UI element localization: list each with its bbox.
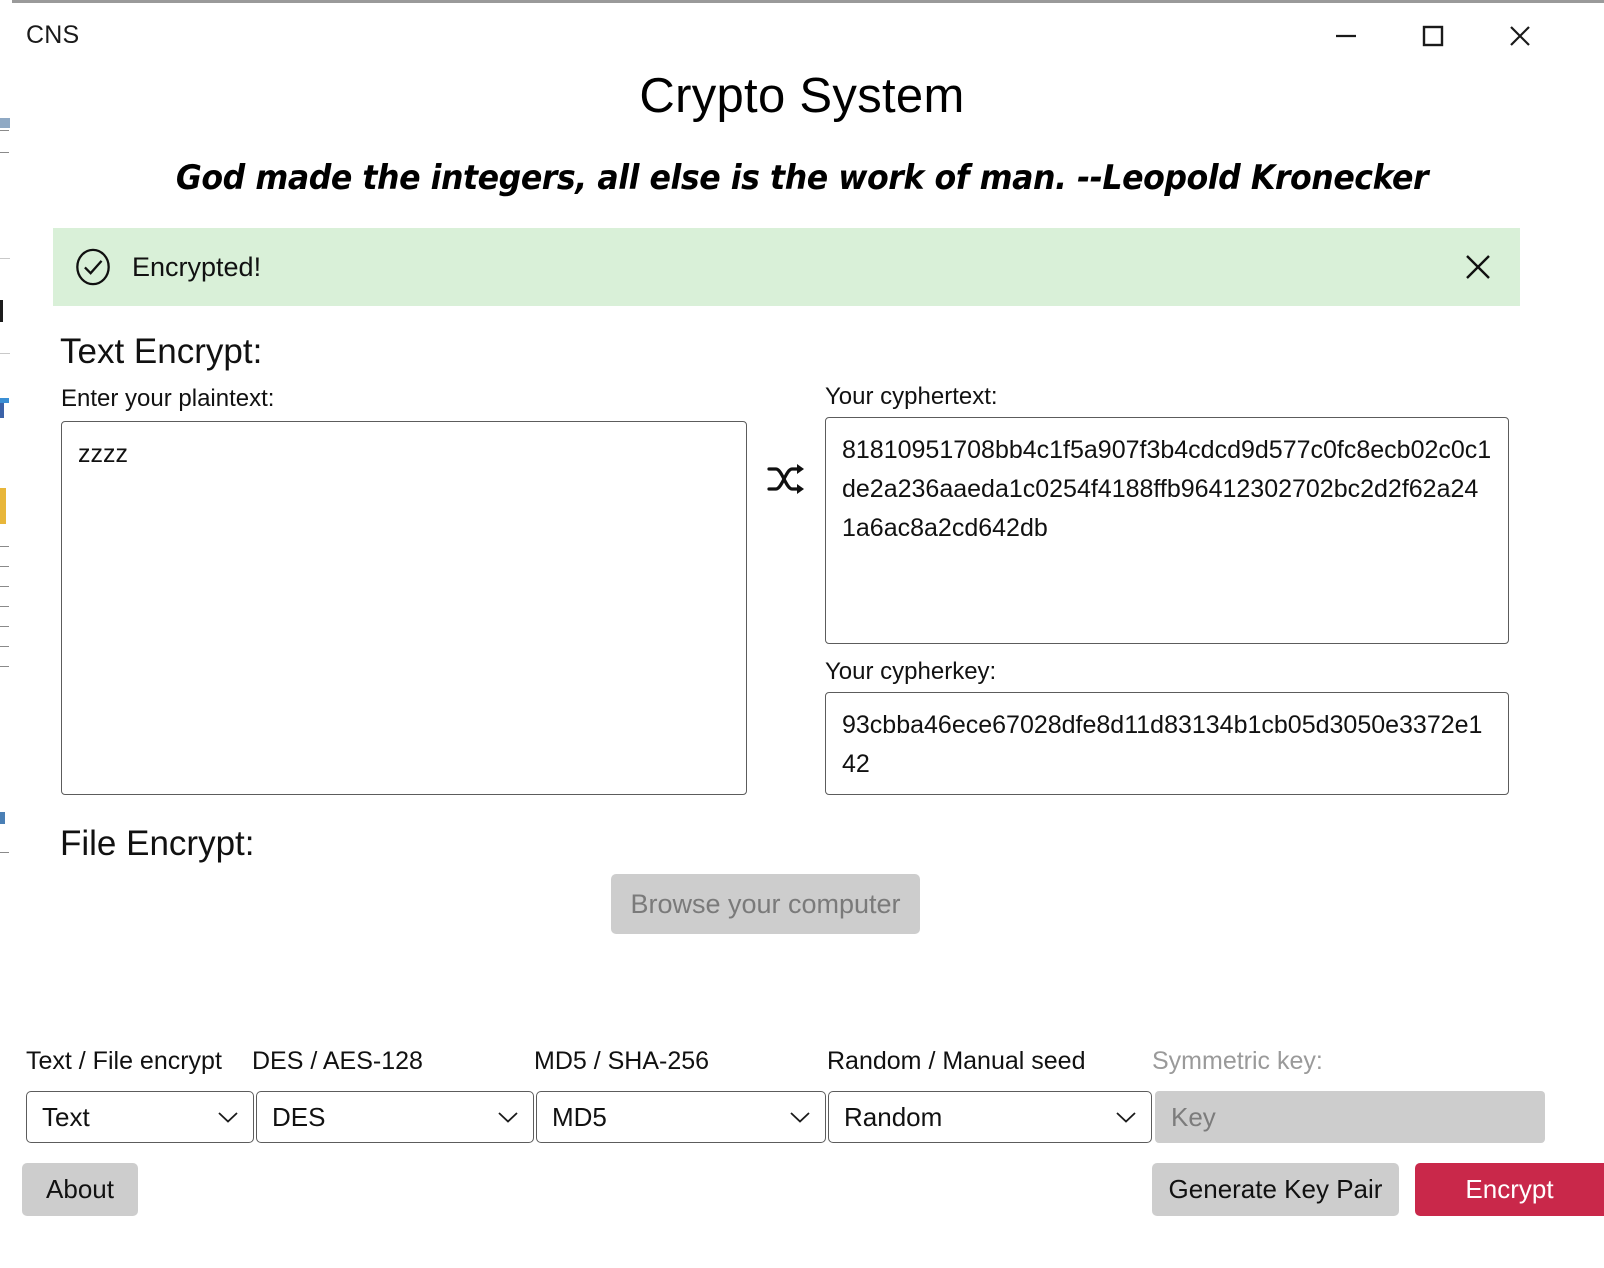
generate-key-pair-button[interactable]: Generate Key Pair bbox=[1152, 1163, 1399, 1216]
close-icon bbox=[1510, 26, 1530, 46]
cipher-select-value: DES bbox=[272, 1101, 326, 1132]
encrypt-button[interactable]: Encrypt bbox=[1415, 1163, 1604, 1216]
seed-select-value: Random bbox=[844, 1101, 943, 1132]
title-bar: CNS bbox=[12, 0, 1604, 66]
mode-select-label: Text / File encrypt bbox=[26, 1047, 222, 1075]
cypherkey-label: Your cypherkey: bbox=[825, 658, 997, 685]
close-window-button[interactable] bbox=[1486, 7, 1554, 65]
dismiss-banner-button[interactable] bbox=[1460, 249, 1496, 285]
cipher-select[interactable]: DES bbox=[256, 1091, 534, 1143]
maximize-button[interactable] bbox=[1399, 7, 1467, 65]
status-banner-message: Encrypted! bbox=[132, 251, 262, 282]
symmetric-key-input[interactable]: Key bbox=[1155, 1091, 1545, 1143]
background-window-edge bbox=[0, 0, 12, 1268]
hash-select[interactable]: MD5 bbox=[536, 1091, 826, 1143]
file-encrypt-heading: File Encrypt: bbox=[60, 824, 255, 863]
minimize-icon bbox=[1336, 34, 1356, 38]
mode-select-value: Text bbox=[42, 1101, 90, 1132]
chevron-down-icon bbox=[1116, 1112, 1136, 1123]
status-banner: Encrypted! bbox=[53, 228, 1520, 306]
chevron-down-icon bbox=[498, 1112, 518, 1123]
seed-select[interactable]: Random bbox=[828, 1091, 1152, 1143]
plaintext-input[interactable]: zzzz bbox=[61, 421, 747, 795]
quote-text: God made the integers, all else is the w… bbox=[175, 158, 1429, 198]
minimize-button[interactable] bbox=[1312, 7, 1380, 65]
hash-select-value: MD5 bbox=[552, 1101, 607, 1132]
plaintext-label: Enter your plaintext: bbox=[61, 385, 275, 412]
hash-select-label: MD5 / SHA-256 bbox=[534, 1047, 710, 1075]
shuffle-icon bbox=[767, 464, 804, 494]
app-title: CNS bbox=[26, 21, 80, 49]
mode-select[interactable]: Text bbox=[26, 1091, 254, 1143]
check-circle-icon bbox=[76, 248, 110, 286]
cyphertext-output[interactable]: 81810951708bb4c1f5a907f3b4cdcd9d577c0fc8… bbox=[825, 417, 1509, 644]
close-icon bbox=[1466, 255, 1490, 279]
cypherkey-output[interactable]: 93cbba46ece67028dfe8d11d83134b1cb05d3050… bbox=[825, 692, 1509, 795]
cipher-select-label: DES / AES-128 bbox=[252, 1047, 423, 1075]
about-button[interactable]: About bbox=[22, 1163, 138, 1216]
symmetric-key-label: Symmetric key: bbox=[1152, 1047, 1323, 1075]
chevron-down-icon bbox=[218, 1112, 238, 1123]
seed-select-label: Random / Manual seed bbox=[827, 1047, 1086, 1075]
text-encrypt-heading: Text Encrypt: bbox=[60, 332, 263, 371]
browse-computer-button[interactable]: Browse your computer bbox=[611, 874, 920, 934]
cyphertext-label: Your cyphertext: bbox=[825, 383, 998, 410]
maximize-icon bbox=[1422, 25, 1444, 47]
page-title: Crypto System bbox=[639, 69, 965, 123]
chevron-down-icon bbox=[790, 1112, 810, 1123]
